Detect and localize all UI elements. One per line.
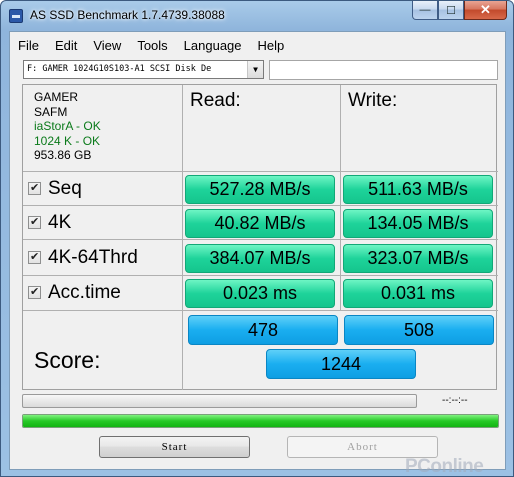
menu-file[interactable]: File [10,32,47,56]
drive-name: GAMER [34,90,79,104]
seq-read-value: 527.28 MB/s [185,175,335,204]
menu-tools[interactable]: Tools [129,32,175,56]
menu-help[interactable]: Help [250,32,293,56]
close-button[interactable]: ✕ [464,1,507,20]
drive-capacity: 953.86 GB [34,148,92,163]
checkbox-4k[interactable] [28,215,41,229]
menu-edit[interactable]: Edit [47,32,85,56]
test-row-acc-time: Acc.time [23,276,183,310]
elapsed-time: --:--:-- [442,395,468,406]
overall-progress-bar [22,414,499,428]
test-progress-bar [22,394,417,408]
alignment-status: 1024 K - OK [34,133,101,148]
app-icon [9,9,23,23]
write-header: Write: [348,90,398,111]
checkbox-4k-64thrd[interactable] [28,250,41,264]
results-grid: GAMER SAFM iaStorA - OK 1024 K - OK 953.… [22,84,498,390]
4k-64thrd-write-value: 323.07 MB/s [343,244,493,273]
test-label-4k: 4K [48,212,72,233]
drive-info-field[interactable] [269,60,498,80]
maximize-button[interactable]: ☐ [438,1,464,20]
drive-select[interactable]: F: GAMER 1024G10S103-A1 SCSI Disk De ▼ [23,60,264,79]
caption-buttons: — ☐ ✕ [412,1,507,20]
4k-write-value: 134.05 MB/s [343,209,493,238]
driver-status: iaStorA - OK [34,119,101,134]
acc-time-write-value: 0.031 ms [343,279,493,308]
checkbox-acc-time[interactable] [28,285,41,299]
test-row-4k: 4K [23,206,183,240]
score-total-value: 1244 [266,349,416,379]
menu-bar: File Edit View Tools Language Help [10,32,505,56]
app-window: AS SSD Benchmark 1.7.4739.38088 — ☐ ✕ Fi… [0,0,514,477]
test-row-seq: Seq [23,172,183,206]
score-write-value: 508 [344,315,494,345]
drive-select-value: F: GAMER 1024G10S103-A1 SCSI Disk De [27,64,212,74]
overall-progress-fill [23,415,498,427]
checkbox-seq[interactable] [28,181,41,195]
menu-view[interactable]: View [85,32,129,56]
score-label: Score: [34,347,101,373]
read-header: Read: [190,90,241,111]
abort-button[interactable]: Abort [287,436,438,458]
4k-read-value: 40.82 MB/s [185,209,335,238]
start-button[interactable]: Start [99,436,250,458]
window-title: AS SSD Benchmark 1.7.4739.38088 [30,8,225,22]
row-divider [23,310,498,311]
4k-64thrd-read-value: 384.07 MB/s [185,244,335,273]
chevron-down-icon[interactable]: ▼ [247,61,263,78]
acc-time-read-value: 0.023 ms [185,279,335,308]
watermark-logo: PConline [405,456,484,477]
test-label-seq: Seq [48,178,82,199]
column-divider [340,85,341,310]
client-area: File Edit View Tools Language Help F: GA… [9,31,506,477]
score-read-value: 478 [188,315,338,345]
menu-language[interactable]: Language [176,32,250,56]
drive-info: GAMER SAFM iaStorA - OK 1024 K - OK 953.… [34,90,101,163]
seq-write-value: 511.63 MB/s [343,175,493,204]
test-row-4k-64thrd: 4K-64Thrd [23,241,183,275]
test-label-4k-64thrd: 4K-64Thrd [48,247,138,268]
drive-firmware: SAFM [34,104,68,119]
test-label-acc-time: Acc.time [48,282,121,303]
column-divider [182,310,183,390]
title-bar[interactable]: AS SSD Benchmark 1.7.4739.38088 — ☐ ✕ [1,1,513,31]
minimize-button[interactable]: — [412,1,438,20]
